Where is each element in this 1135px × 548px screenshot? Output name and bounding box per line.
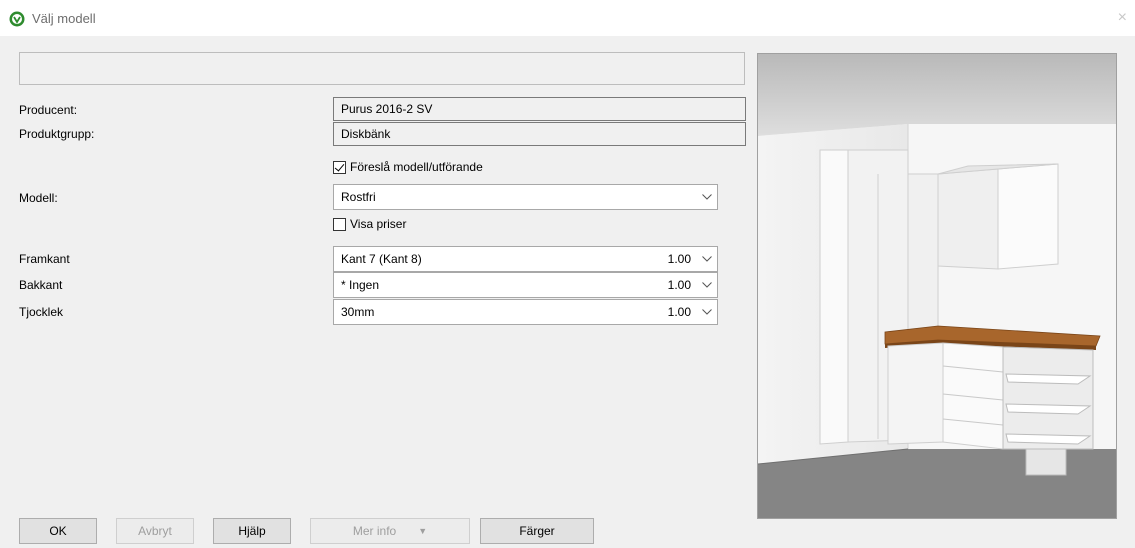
modell-value: Rostfri: [341, 190, 376, 204]
show-prices-label: Visa priser: [350, 217, 407, 231]
checkmark-icon[interactable]: [333, 160, 346, 174]
close-icon[interactable]: ×: [1118, 9, 1127, 27]
chevron-down-icon[interactable]: [697, 247, 717, 271]
tjocklek-value: 30mm: [341, 305, 375, 319]
ok-button[interactable]: OK: [19, 518, 97, 544]
producent-label: Producent:: [19, 103, 78, 117]
bakkant-value: * Ingen: [341, 278, 380, 292]
tjocklek-dropdown[interactable]: 30mm 1.00: [333, 299, 718, 325]
suggest-model-checkbox[interactable]: Föreslå modell/utförande: [333, 158, 483, 176]
window-title: Välj modell: [32, 11, 96, 26]
title-bar: Välj modell ×: [0, 0, 1135, 36]
tjocklek-label: Tjocklek: [19, 305, 64, 319]
chevron-down-icon: ▼: [418, 526, 428, 536]
modell-label: Modell:: [19, 191, 58, 205]
info-box: [19, 52, 745, 85]
app-logo-icon: [9, 11, 25, 27]
produktgrupp-field: Diskbänk: [333, 122, 746, 146]
show-prices-checkbox[interactable]: Visa priser: [333, 215, 406, 233]
chevron-down-icon[interactable]: [697, 273, 717, 297]
framkant-value: Kant 7 (Kant 8): [341, 252, 422, 266]
chevron-down-icon[interactable]: [697, 300, 717, 324]
framkant-label: Framkant: [19, 252, 70, 266]
producent-field: Purus 2016-2 SV: [333, 97, 746, 121]
suggest-model-label: Föreslå modell/utförande: [350, 160, 483, 174]
modell-dropdown[interactable]: Rostfri: [333, 184, 718, 210]
bakkant-dropdown[interactable]: * Ingen 1.00: [333, 272, 718, 298]
kitchen-render: [758, 54, 1116, 518]
checkbox-box[interactable]: [333, 217, 346, 231]
more-info-label: Mer info: [352, 524, 397, 538]
chevron-down-icon[interactable]: [697, 185, 717, 209]
framkant-dropdown[interactable]: Kant 7 (Kant 8) 1.00: [333, 246, 718, 272]
tjocklek-number: 1.00: [667, 305, 691, 319]
kitchen-preview-image: [757, 53, 1117, 519]
help-button[interactable]: Hjälp: [213, 518, 291, 544]
bakkant-number: 1.00: [667, 278, 691, 292]
framkant-number: 1.00: [667, 252, 691, 266]
produktgrupp-label: Produktgrupp:: [19, 127, 95, 141]
colors-button[interactable]: Färger: [480, 518, 594, 544]
bakkant-label: Bakkant: [19, 278, 63, 292]
cancel-button[interactable]: Avbryt: [116, 518, 194, 544]
more-info-button[interactable]: Mer info ▼: [310, 518, 470, 544]
